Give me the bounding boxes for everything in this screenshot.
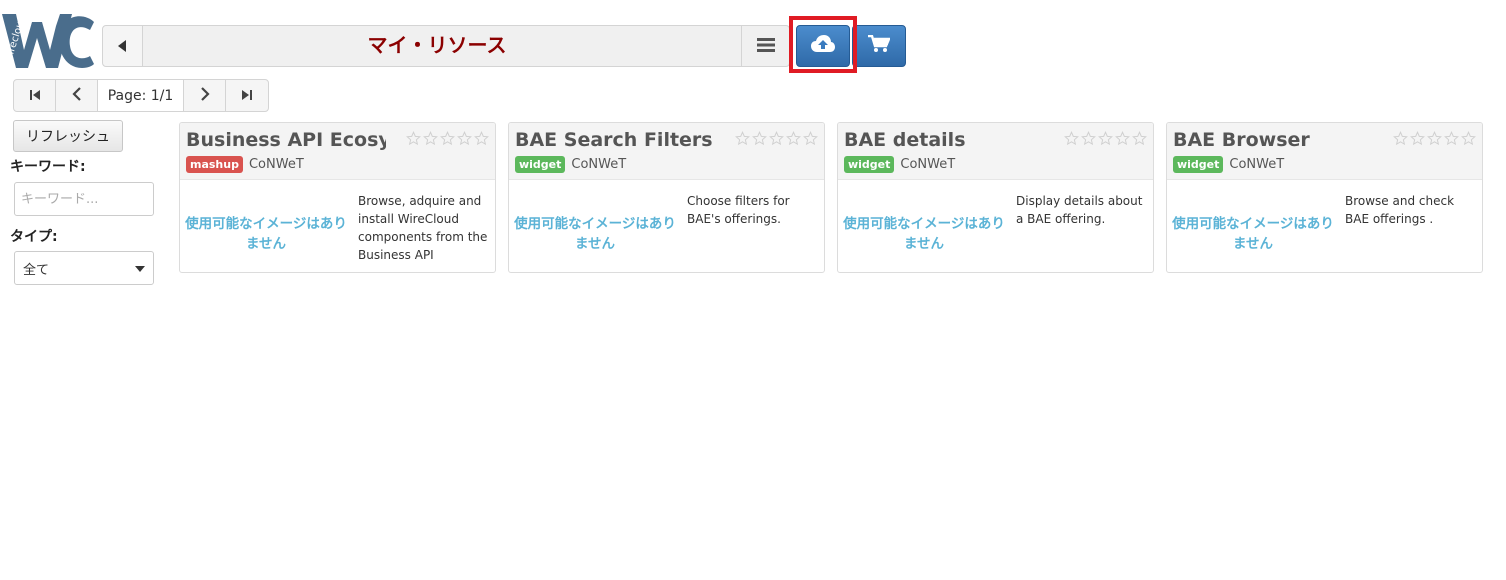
resource-card[interactable]: Business API Ecosystem mashup CoNWeT 使用可… [179, 122, 496, 273]
type-label: タイプ: [10, 229, 58, 245]
card-meta: widget CoNWeT [515, 156, 626, 173]
card-description: Display details about a BAE offering. [1016, 194, 1143, 226]
star-icon [1098, 131, 1113, 150]
card-description: Browse, adquire and install WireCloud co… [358, 194, 488, 262]
upload-button[interactable] [796, 25, 850, 67]
back-button[interactable] [103, 26, 143, 66]
card-description: Choose filters for BAE's offerings. [687, 194, 790, 226]
cloud-upload-icon [811, 35, 835, 57]
pagination: Page: 1/1 [13, 79, 269, 112]
star-icon [752, 131, 767, 150]
resource-card[interactable]: BAE details widget CoNWeT 使用可能なイメージはありませ… [837, 122, 1154, 273]
no-image-text: 使用可能なイメージはありません [843, 216, 1005, 252]
no-image-text: 使用可能なイメージはありません [1172, 216, 1334, 252]
rating-stars [735, 131, 818, 150]
card-header: Business API Ecosystem mashup CoNWeT [180, 123, 495, 180]
star-icon [1081, 131, 1096, 150]
caret-left-icon [117, 37, 128, 56]
resource-card[interactable]: BAE Search Filters widget CoNWeT 使用可能なイメ… [508, 122, 825, 273]
rating-stars [1064, 131, 1147, 150]
last-page-button[interactable] [226, 80, 268, 111]
card-title: BAE Search Filters [515, 129, 713, 151]
marketplace-cart-button[interactable] [852, 25, 906, 67]
star-icon [423, 131, 438, 150]
keyword-input[interactable] [14, 182, 154, 216]
no-image-text: 使用可能なイメージはありません [185, 216, 347, 252]
star-icon [803, 131, 818, 150]
star-icon [440, 131, 455, 150]
chevron-left-icon [71, 86, 82, 105]
star-icon [1064, 131, 1079, 150]
star-icon [786, 131, 801, 150]
type-badge: widget [1173, 156, 1224, 173]
card-header: BAE Browser widget CoNWeT [1167, 123, 1482, 180]
no-image-text: 使用可能なイメージはありません [514, 216, 676, 252]
caret-down-icon [135, 261, 145, 276]
menu-button[interactable] [741, 26, 789, 66]
step-backward-icon [29, 86, 41, 105]
type-badge: widget [844, 156, 895, 173]
rating-stars [1393, 131, 1476, 150]
star-icon [1444, 131, 1459, 150]
star-icon [1115, 131, 1130, 150]
card-header: BAE Search Filters widget CoNWeT [509, 123, 824, 180]
card-body: 使用可能なイメージはありません Choose filters for BAE's… [509, 180, 824, 272]
card-title: Business API Ecosystem [186, 129, 386, 151]
prev-page-button[interactable] [56, 80, 98, 111]
card-body: 使用可能なイメージはありません Browse and check BAE off… [1167, 180, 1482, 272]
wirecloud-logo[interactable]: Wirecloud [0, 12, 96, 70]
type-badge: mashup [186, 156, 243, 173]
vendor-name: CoNWeT [1229, 157, 1285, 172]
resource-card[interactable]: BAE Browser widget CoNWeT 使用可能なイメージはありませ… [1166, 122, 1483, 273]
vendor-name: CoNWeT [248, 157, 304, 172]
star-icon [457, 131, 472, 150]
star-icon [1410, 131, 1425, 150]
star-icon [1132, 131, 1147, 150]
shopping-cart-icon [868, 34, 891, 57]
type-select-value: 全て [23, 262, 50, 278]
keyword-label: キーワード: [10, 159, 86, 175]
vendor-name: CoNWeT [900, 157, 956, 172]
star-icon [769, 131, 784, 150]
header-bar: マイ・リソース [102, 25, 790, 67]
card-description: Browse and check BAE offerings . [1345, 194, 1455, 226]
page-indicator: Page: 1/1 [98, 80, 184, 111]
card-meta: mashup CoNWeT [186, 156, 304, 173]
star-icon [735, 131, 750, 150]
card-body: 使用可能なイメージはありません Browse, adquire and inst… [180, 180, 495, 272]
star-icon [474, 131, 489, 150]
card-meta: widget CoNWeT [844, 156, 955, 173]
card-title: BAE Browser [1173, 129, 1310, 151]
type-select[interactable]: 全て [14, 251, 154, 285]
page-title: マイ・リソース [367, 33, 507, 57]
card-title: BAE details [844, 129, 966, 151]
next-page-button[interactable] [184, 80, 226, 111]
hamburger-icon [756, 37, 775, 56]
refresh-button[interactable]: リフレッシュ [13, 120, 123, 152]
chevron-right-icon [200, 86, 210, 105]
card-meta: widget CoNWeT [1173, 156, 1284, 173]
rating-stars [406, 131, 489, 150]
star-icon [1393, 131, 1408, 150]
card-body: 使用可能なイメージはありません Display details about a … [838, 180, 1153, 272]
star-icon [1427, 131, 1442, 150]
star-icon [1461, 131, 1476, 150]
card-header: BAE details widget CoNWeT [838, 123, 1153, 180]
type-badge: widget [515, 156, 566, 173]
step-forward-icon [241, 86, 253, 105]
star-icon [406, 131, 421, 150]
first-page-button[interactable] [14, 80, 56, 111]
vendor-name: CoNWeT [571, 157, 627, 172]
